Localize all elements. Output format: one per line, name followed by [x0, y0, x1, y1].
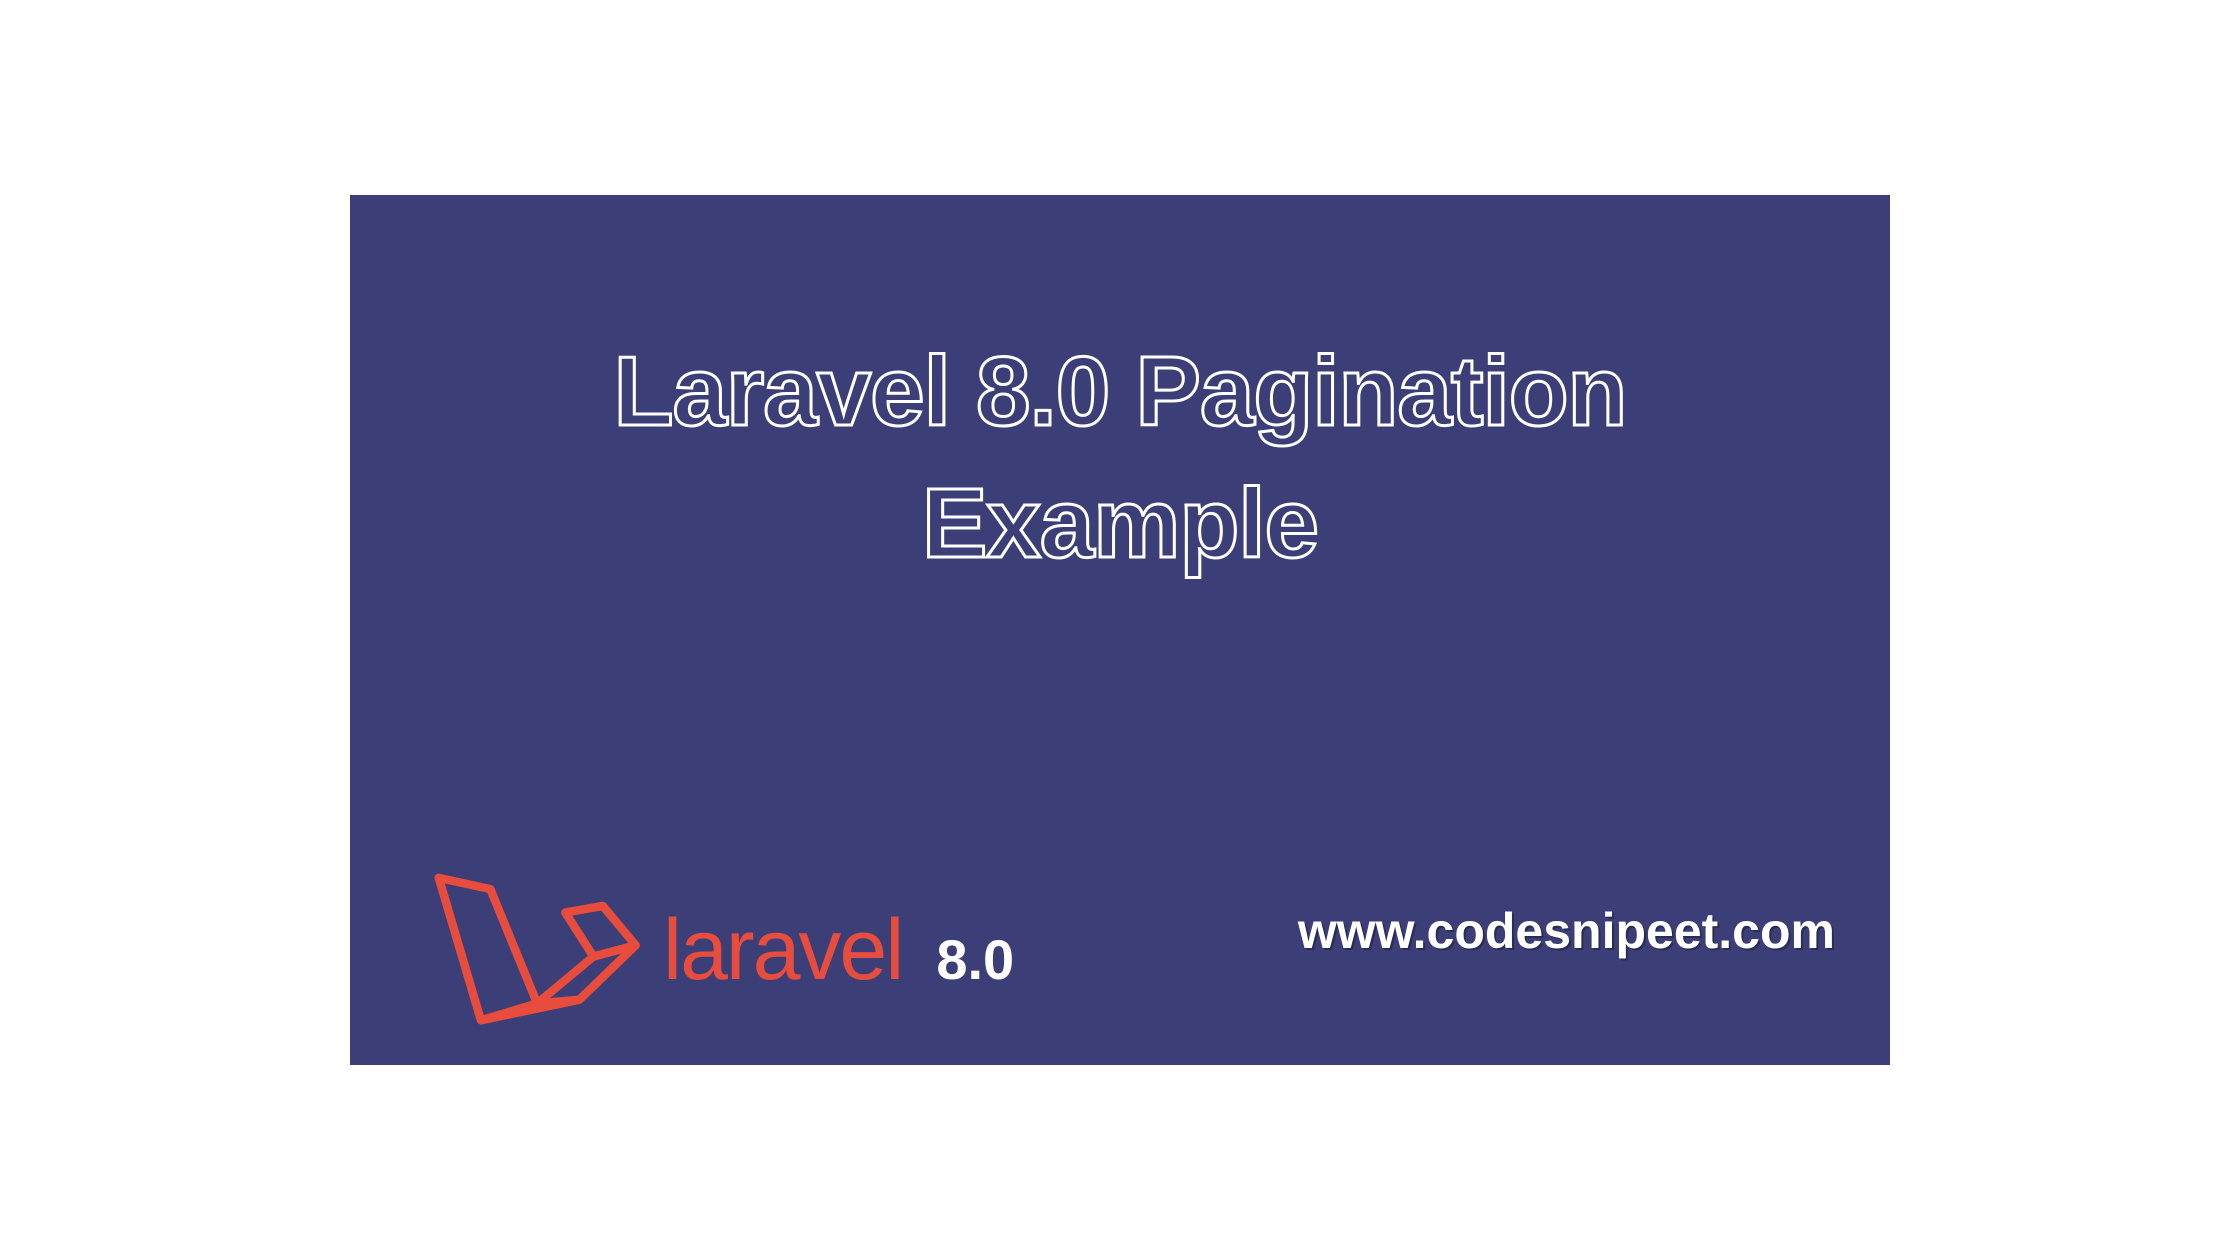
- promo-banner: Laravel 8.0 Pagination Example laravel 8…: [350, 195, 1890, 1065]
- brand-name: laravel: [663, 901, 902, 1000]
- brand-version: 8.0: [936, 927, 1014, 992]
- brand-section: laravel 8.0: [420, 870, 1014, 1030]
- title-line-1: Laravel 8.0 Pagination: [427, 325, 1813, 457]
- title-line-2: Example: [427, 457, 1813, 589]
- laravel-logo-icon: [420, 870, 645, 1030]
- banner-title: Laravel 8.0 Pagination Example: [427, 325, 1813, 590]
- website-url: www.codesnipeet.com: [1298, 902, 1835, 960]
